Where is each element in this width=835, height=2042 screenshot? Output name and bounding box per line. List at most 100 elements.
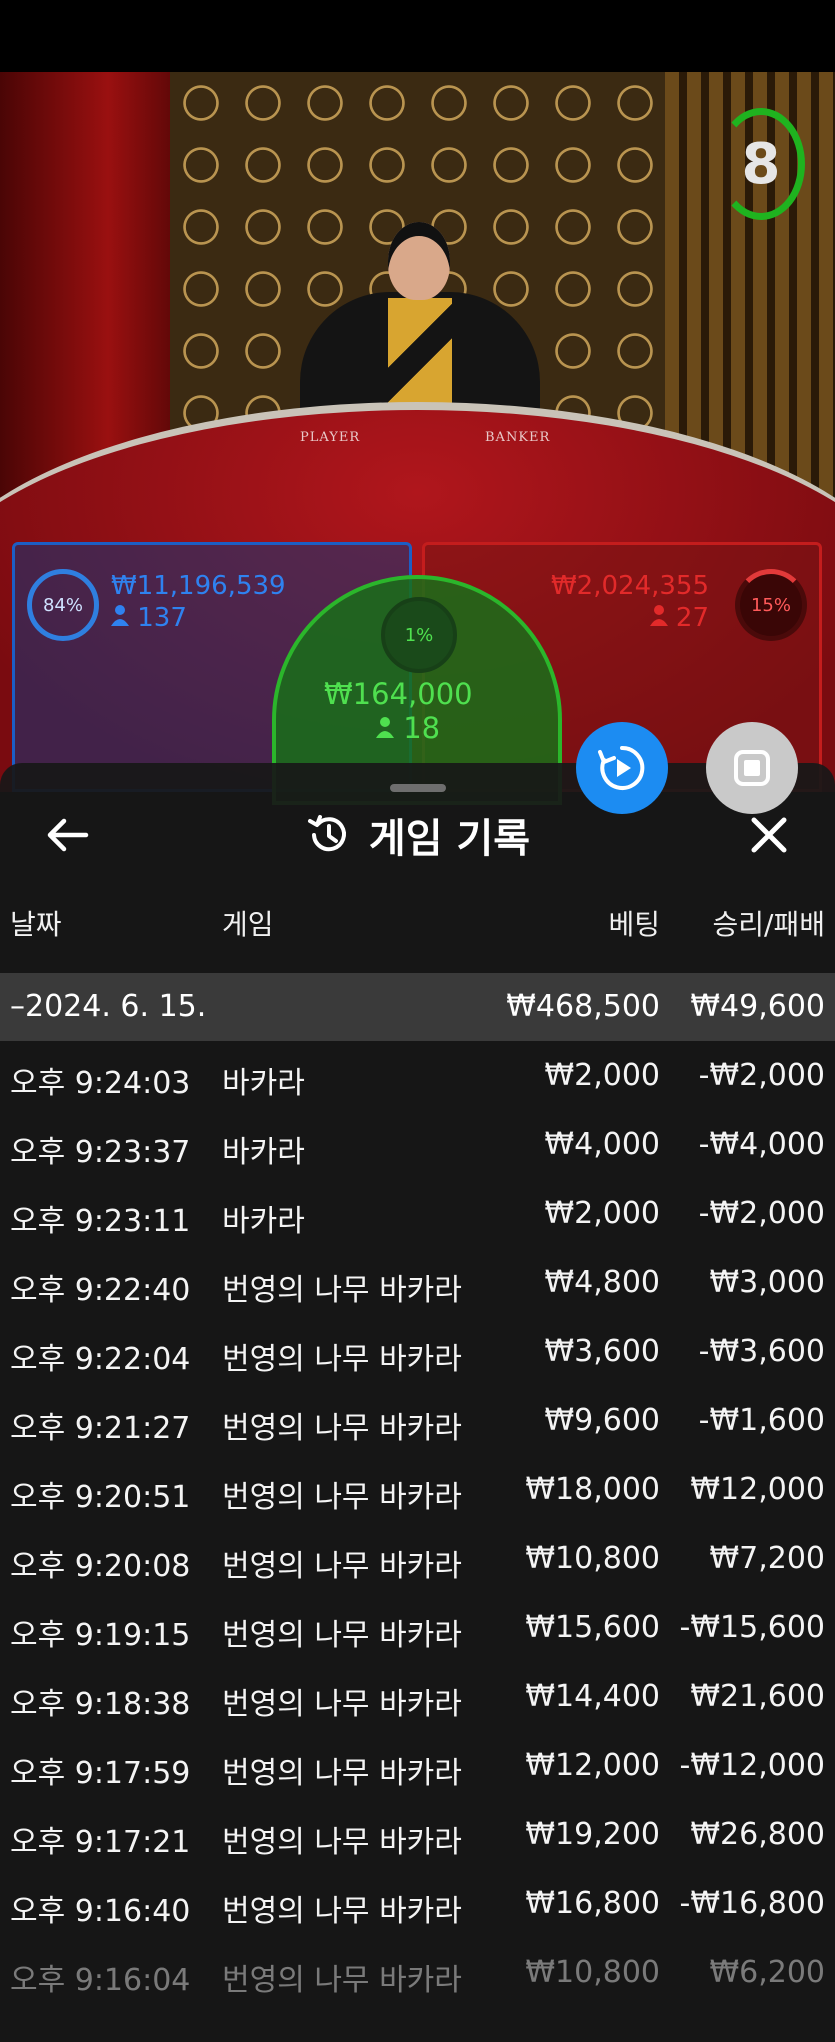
- player-people-count: 137: [137, 603, 187, 633]
- row-result: -₩2,000: [698, 1196, 825, 1231]
- tie-amount: ₩164,000: [324, 677, 473, 711]
- person-icon: [376, 717, 394, 738]
- row-game: 바카라: [222, 1204, 305, 1239]
- row-bet: ₩9,600: [544, 1403, 660, 1438]
- player-percent-ring: 84%: [27, 569, 99, 641]
- player-percent: 84%: [42, 594, 83, 616]
- row-time: 오후 9:20:08: [10, 1549, 191, 1584]
- row-game: 바카라: [222, 1066, 305, 1101]
- row-time: 오후 9:18:38: [10, 1687, 191, 1722]
- history-row[interactable]: 오후 9:22:04 번영의 나무 바카라 ₩3,600 -₩3,600: [0, 1317, 835, 1386]
- timer-value: 8: [741, 131, 781, 197]
- banker-amount: ₩2,024,355: [550, 571, 709, 601]
- row-time: 오후 9:16:40: [10, 1894, 191, 1929]
- row-game: 번영의 나무 바카라: [222, 1963, 462, 1998]
- history-row[interactable]: 오후 9:21:27 번영의 나무 바카라 ₩9,600 -₩1,600: [0, 1386, 835, 1455]
- row-bet: ₩2,000: [544, 1058, 660, 1093]
- row-game: 바카라: [222, 1135, 305, 1170]
- history-row[interactable]: 오후 9:17:59 번영의 나무 바카라 ₩12,000 -₩12,000: [0, 1731, 835, 1800]
- row-result: -₩2,000: [698, 1058, 825, 1093]
- sheet-header: 게임 기록: [0, 807, 835, 863]
- row-bet: ₩19,200: [525, 1817, 660, 1852]
- status-bar: [0, 0, 835, 72]
- history-list: 오후 9:24:03 바카라 ₩2,000 -₩2,000 오후 9:23:37 바카라…: [0, 1041, 835, 2007]
- row-time: 오후 9:20:51: [10, 1480, 191, 1515]
- row-result: ₩3,000: [709, 1265, 825, 1300]
- tie-percent-ring: 1%: [381, 597, 457, 673]
- column-bet: 베팅: [608, 908, 660, 941]
- row-result: ₩6,200: [709, 1955, 825, 1990]
- day-summary-row[interactable]: –2024. 6. 15. ₩468,500 ₩49,600: [0, 973, 835, 1041]
- row-result: -₩15,600: [679, 1610, 825, 1645]
- row-time: 오후 9:22:40: [10, 1273, 191, 1308]
- history-row[interactable]: 오후 9:20:51 번영의 나무 바카라 ₩18,000 ₩12,000: [0, 1455, 835, 1524]
- row-result: -₩16,800: [679, 1886, 825, 1921]
- row-bet: ₩16,800: [525, 1886, 660, 1921]
- stop-icon: [734, 750, 770, 786]
- close-button[interactable]: [741, 807, 797, 863]
- row-time: 오후 9:24:03: [10, 1066, 191, 1101]
- column-result: 승리/패배: [712, 908, 825, 941]
- history-row[interactable]: 오후 9:24:03 바카라 ₩2,000 -₩2,000: [0, 1041, 835, 1110]
- row-time: 오후 9:19:15: [10, 1618, 191, 1653]
- history-row[interactable]: 오후 9:19:15 번영의 나무 바카라 ₩15,600 -₩15,600: [0, 1593, 835, 1662]
- row-bet: ₩18,000: [525, 1472, 660, 1507]
- row-game: 번영의 나무 바카라: [222, 1273, 462, 1308]
- player-amount: ₩11,196,539: [111, 571, 286, 601]
- row-result: -₩4,000: [698, 1127, 825, 1162]
- table-label-player: PLAYER: [300, 430, 361, 445]
- row-bet: ₩3,600: [544, 1334, 660, 1369]
- day-result-total: ₩49,600: [690, 989, 825, 1024]
- person-icon: [111, 605, 129, 626]
- replay-button[interactable]: [576, 722, 668, 814]
- column-game: 게임: [222, 908, 274, 941]
- row-bet: ₩10,800: [525, 1955, 660, 1990]
- column-date: 날짜: [10, 908, 62, 941]
- row-bet: ₩2,000: [544, 1196, 660, 1231]
- close-icon: [751, 817, 787, 853]
- history-row[interactable]: 오후 9:22:40 번영의 나무 바카라 ₩4,800 ₩3,000: [0, 1248, 835, 1317]
- tie-people-count: 18: [403, 711, 441, 745]
- row-result: -₩1,600: [698, 1403, 825, 1438]
- game-history-sheet: 게임 기록 날짜 게임 베팅 승리/패배 –2024. 6. 15. ₩468,…: [0, 763, 835, 2042]
- banker-percent-ring: 15%: [735, 569, 807, 641]
- row-time: 오후 9:23:37: [10, 1135, 191, 1170]
- row-bet: ₩4,800: [544, 1265, 660, 1300]
- row-game: 번영의 나무 바카라: [222, 1549, 462, 1584]
- row-game: 번영의 나무 바카라: [222, 1411, 462, 1446]
- replay-icon: [598, 745, 645, 790]
- history-row[interactable]: 오후 9:16:04 번영의 나무 바카라 ₩10,800 ₩6,200: [0, 1938, 835, 2007]
- row-game: 번영의 나무 바카라: [222, 1825, 462, 1860]
- history-row[interactable]: 오후 9:17:21 번영의 나무 바카라 ₩19,200 ₩26,800: [0, 1800, 835, 1869]
- row-result: ₩12,000: [690, 1472, 825, 1507]
- history-row[interactable]: 오후 9:20:08 번영의 나무 바카라 ₩10,800 ₩7,200: [0, 1524, 835, 1593]
- row-bet: ₩4,000: [544, 1127, 660, 1162]
- banker-people-count: 27: [675, 603, 709, 633]
- day-bet-total: ₩468,500: [506, 989, 660, 1024]
- banker-people: 27: [649, 603, 709, 633]
- row-game: 번영의 나무 바카라: [222, 1687, 462, 1722]
- row-bet: ₩10,800: [525, 1541, 660, 1576]
- history-row[interactable]: 오후 9:18:38 번영의 나무 바카라 ₩14,400 ₩21,600: [0, 1662, 835, 1731]
- row-time: 오후 9:21:27: [10, 1411, 191, 1446]
- row-result: ₩7,200: [709, 1541, 825, 1576]
- history-row[interactable]: 오후 9:16:40 번영의 나무 바카라 ₩16,800 -₩16,800: [0, 1869, 835, 1938]
- row-result: ₩26,800: [690, 1817, 825, 1852]
- player-people: 137: [111, 603, 187, 633]
- history-row[interactable]: 오후 9:23:37 바카라 ₩4,000 -₩4,000: [0, 1110, 835, 1179]
- drag-handle[interactable]: [390, 784, 446, 792]
- row-bet: ₩12,000: [525, 1748, 660, 1783]
- countdown-timer: 8: [717, 108, 805, 220]
- person-icon: [649, 605, 668, 626]
- history-row[interactable]: 오후 9:23:11 바카라 ₩2,000 -₩2,000: [0, 1179, 835, 1248]
- day-date: –2024. 6. 15.: [10, 989, 207, 1024]
- row-result: -₩3,600: [698, 1334, 825, 1369]
- stop-button[interactable]: [706, 722, 798, 814]
- row-time: 오후 9:23:11: [10, 1204, 191, 1239]
- row-bet: ₩14,400: [525, 1679, 660, 1714]
- row-time: 오후 9:22:04: [10, 1342, 191, 1377]
- row-time: 오후 9:17:21: [10, 1825, 191, 1860]
- row-game: 번영의 나무 바카라: [222, 1480, 462, 1515]
- table-label-banker: BANKER: [485, 430, 551, 445]
- row-time: 오후 9:16:04: [10, 1963, 191, 1998]
